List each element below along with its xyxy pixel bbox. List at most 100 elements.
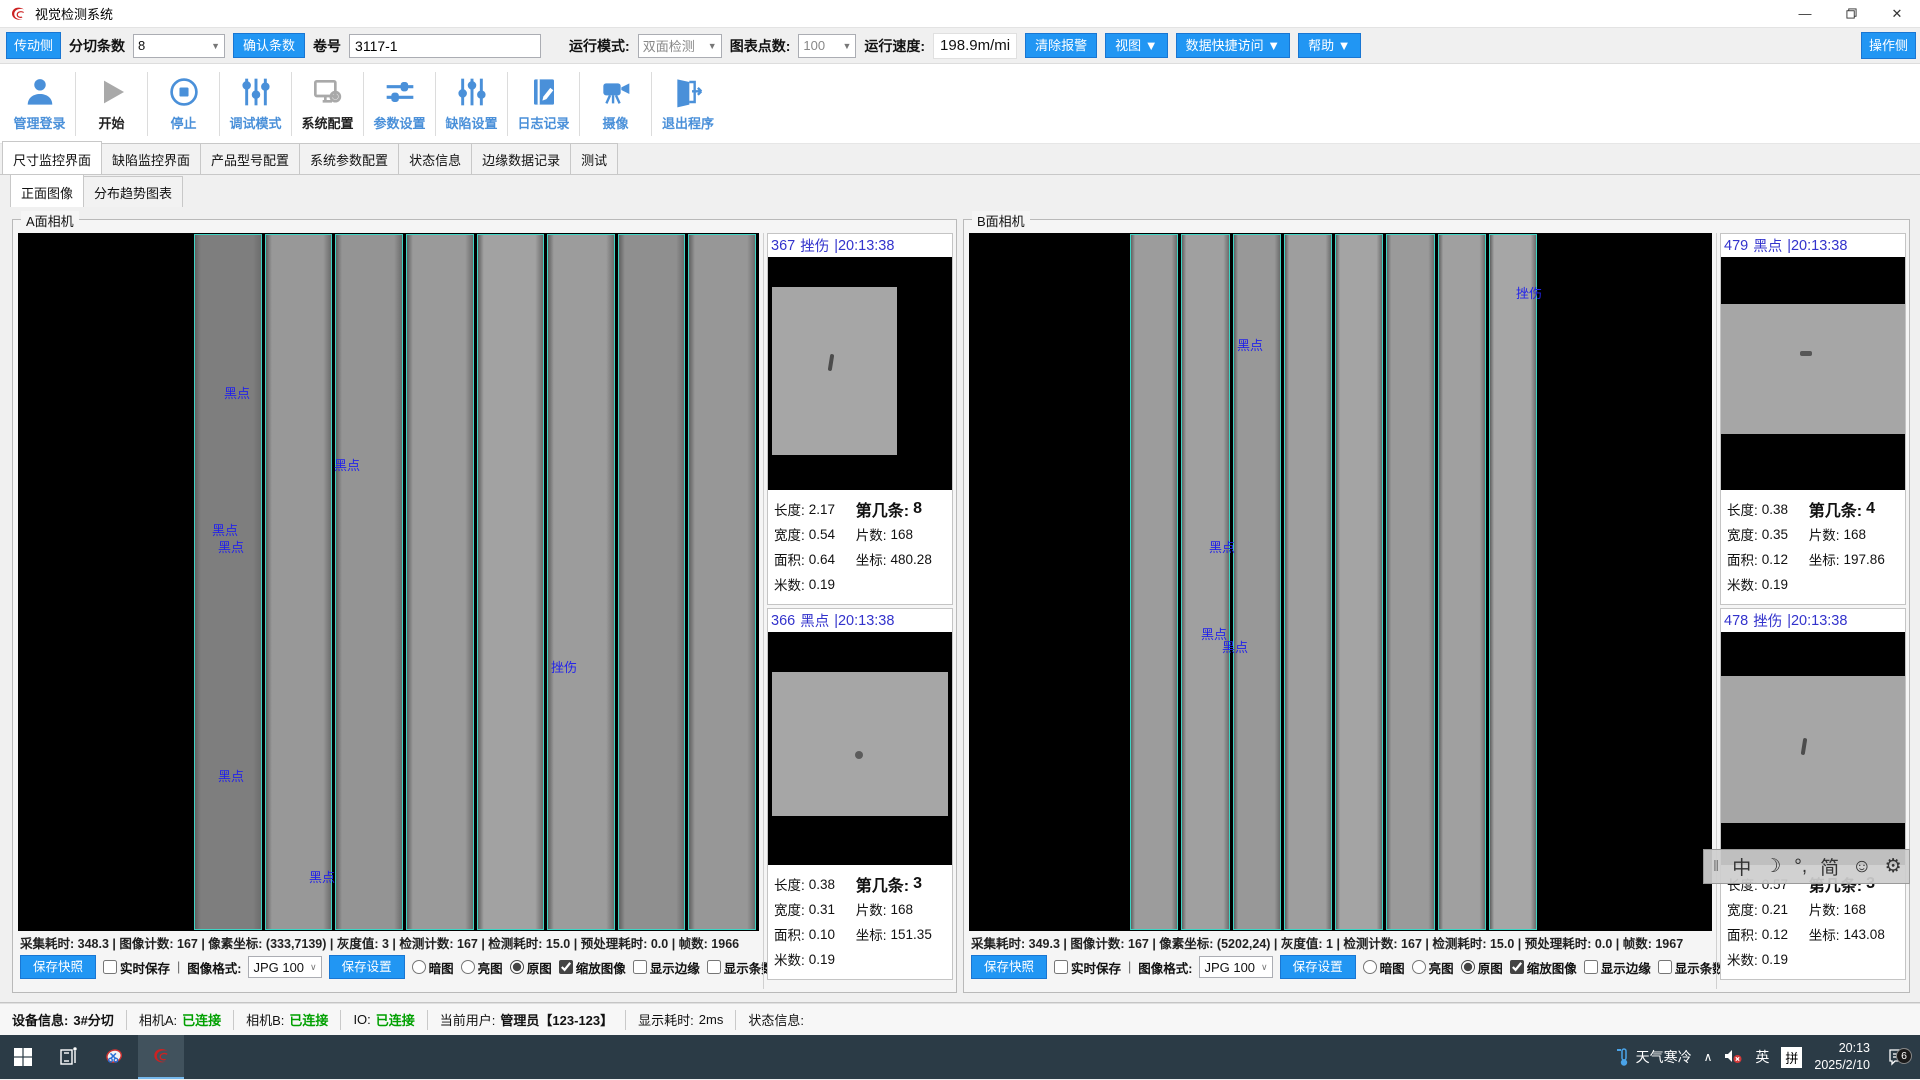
camera-a-controls: 保存快照 实时保存 | 图像格式: JPG 100∨ 保存设置 暗图 亮图 原图… <box>18 953 759 981</box>
subtab-front-image[interactable]: 正面图像 <box>10 174 84 207</box>
restore-button[interactable] <box>1828 0 1874 27</box>
notification-center-icon[interactable]: 6 <box>1882 1048 1912 1066</box>
bright-image-label: 亮图 <box>478 958 503 977</box>
foil-strip <box>477 234 545 930</box>
tool-log-record[interactable]: 日志记录 <box>508 72 580 136</box>
save-settings-button[interactable]: 保存设置 <box>329 955 405 980</box>
snipping-tool-icon[interactable] <box>92 1035 138 1079</box>
data-quick-access-button[interactable]: 数据快捷访问 ▼ <box>1176 33 1290 58</box>
tool-debug-mode[interactable]: 调试模式 <box>220 72 292 136</box>
run-mode-select[interactable]: 双面检测▼ <box>638 34 722 58</box>
tab-status-info[interactable]: 状态信息 <box>398 143 472 174</box>
defect-card[interactable]: 479 黑点 |20:13:38 长度:0.38 第几条:4 宽度:0.35 片… <box>1720 233 1906 605</box>
clear-alarm-button[interactable]: 清除报警 <box>1025 33 1097 58</box>
operator-side-button[interactable]: 操作侧 <box>1861 32 1916 59</box>
bright-image-radio[interactable] <box>1412 960 1426 974</box>
realtime-save-checkbox[interactable] <box>1054 960 1068 974</box>
tool-start[interactable]: 开始 <box>76 72 148 136</box>
ime-mode-indicator[interactable]: 拼 <box>1781 1047 1802 1068</box>
ime-drag-handle[interactable]: ‖ <box>1713 858 1719 875</box>
simplified-chinese-toggle[interactable]: 简 <box>1820 853 1839 880</box>
foil-strip <box>265 234 333 930</box>
emoji-icon[interactable]: ☺ <box>1852 856 1871 878</box>
tool-camera[interactable]: 摄像 <box>580 72 652 136</box>
defect-time: |20:13:38 <box>834 613 894 629</box>
realtime-save-checkbox[interactable] <box>103 960 117 974</box>
roll-number-input[interactable] <box>349 34 541 58</box>
tab-product-model-config[interactable]: 产品型号配置 <box>200 143 300 174</box>
defect-card[interactable]: 366 黑点 |20:13:38 长度:0.38 第几条:3 宽度:0.31 片… <box>767 608 953 980</box>
dark-image-radio[interactable] <box>412 960 426 974</box>
pieces-label: 片数: <box>1809 524 1840 544</box>
image-format-select[interactable]: JPG 100∨ <box>1199 956 1272 978</box>
drive-side-button[interactable]: 传动侧 <box>6 32 61 59</box>
meters-label: 米数: <box>1727 574 1758 594</box>
tab-system-param-config[interactable]: 系统参数配置 <box>299 143 399 174</box>
language-indicator[interactable]: 英 <box>1755 1047 1769 1067</box>
length-label: 长度: <box>774 874 805 894</box>
slit-count-value: 8 <box>138 38 145 53</box>
task-view-icon[interactable] <box>46 1035 92 1079</box>
hidden-icons-chevron[interactable]: ∧ <box>1704 1050 1713 1064</box>
zoom-image-checkbox[interactable] <box>559 960 573 974</box>
original-image-radio[interactable] <box>1461 960 1475 974</box>
strip-number-label: 第几条: <box>856 872 909 896</box>
tab-size-monitor[interactable]: 尺寸监控界面 <box>2 141 102 174</box>
show-count-checkbox[interactable] <box>707 960 721 974</box>
help-menu-button[interactable]: 帮助 ▼ <box>1298 33 1360 58</box>
length-value: 2.17 <box>809 502 835 517</box>
vision-app-taskbar-icon[interactable] <box>138 1035 184 1079</box>
tool-system-config[interactable]: 系统配置 <box>292 72 364 136</box>
subtab-trend-chart[interactable]: 分布趋势图表 <box>83 176 183 207</box>
chart-points-select[interactable]: 100▼ <box>798 34 856 58</box>
ime-toolbar[interactable]: ‖ 中 ☽ °, 简 ☺ ⚙ <box>1703 849 1910 884</box>
show-edges-checkbox[interactable] <box>1584 960 1598 974</box>
width-value: 0.54 <box>809 527 835 542</box>
chevron-down-icon: ▼ <box>836 41 851 51</box>
moon-icon[interactable]: ☽ <box>1764 855 1781 878</box>
zoom-image-checkbox[interactable] <box>1510 960 1524 974</box>
clock[interactable]: 20:13 2025/2/10 <box>1814 1040 1870 1074</box>
tool-stop[interactable]: 停止 <box>148 72 220 136</box>
coord-value: 143.08 <box>1844 927 1885 942</box>
show-count-checkbox[interactable] <box>1658 960 1672 974</box>
tab-defect-monitor[interactable]: 缺陷监控界面 <box>101 143 201 174</box>
camera-panel-a: A面相机 黑点黑点黑点黑点挫伤黑点黑点 采集耗时: 348.3 | 图像计数: … <box>12 219 957 993</box>
view-menu-button[interactable]: 视图 ▼ <box>1105 33 1167 58</box>
tool-defect-settings[interactable]: 缺陷设置 <box>436 72 508 136</box>
show-edges-checkbox[interactable] <box>633 960 647 974</box>
defect-marker: 黑点 <box>309 867 335 886</box>
save-snapshot-button[interactable]: 保存快照 <box>20 955 96 980</box>
pieces-label: 片数: <box>1809 899 1840 919</box>
tool-label: 系统配置 <box>301 113 353 132</box>
punctuation-toggle[interactable]: °, <box>1794 856 1807 878</box>
tool-exit-program[interactable]: 退出程序 <box>652 72 724 136</box>
save-settings-button[interactable]: 保存设置 <box>1280 955 1356 980</box>
thumbnail-foil-area <box>772 287 897 455</box>
tool-parameter-settings[interactable]: 参数设置 <box>364 72 436 136</box>
defect-card[interactable]: 367 挫伤 |20:13:38 长度:2.17 第几条:8 宽度:0.54 片… <box>767 233 953 605</box>
zoom-image-label: 缩放图像 <box>576 958 626 977</box>
windows-start-button[interactable] <box>0 1035 46 1079</box>
original-image-radio[interactable] <box>510 960 524 974</box>
weather-widget[interactable]: 天气寒冷 <box>1616 1047 1692 1067</box>
image-format-select[interactable]: JPG 100∨ <box>248 956 321 978</box>
ime-lang-toggle[interactable]: 中 <box>1732 853 1751 880</box>
tool-admin-login[interactable]: 管理登录 <box>4 72 76 136</box>
strip-overlay <box>194 234 756 930</box>
foil-strip <box>1130 234 1178 930</box>
tab-edge-data-record[interactable]: 边缘数据记录 <box>471 143 571 174</box>
bright-image-radio[interactable] <box>461 960 475 974</box>
ime-settings-gear-icon[interactable]: ⚙ <box>1885 855 1902 878</box>
dark-image-radio[interactable] <box>1363 960 1377 974</box>
defect-time: |20:13:38 <box>834 238 894 254</box>
confirm-count-button[interactable]: 确认条数 <box>233 33 305 58</box>
save-snapshot-button[interactable]: 保存快照 <box>971 955 1047 980</box>
defect-card[interactable]: 478 挫伤 |20:13:38 长度:0.57 第几条:3 宽度:0.21 片… <box>1720 608 1906 980</box>
close-button[interactable]: ✕ <box>1874 0 1920 27</box>
slit-count-select[interactable]: 8▼ <box>133 34 225 58</box>
tab-test[interactable]: 测试 <box>570 143 618 174</box>
minimize-button[interactable]: — <box>1782 0 1828 27</box>
user-icon <box>24 75 56 109</box>
speaker-muted-icon[interactable] <box>1724 1048 1743 1067</box>
